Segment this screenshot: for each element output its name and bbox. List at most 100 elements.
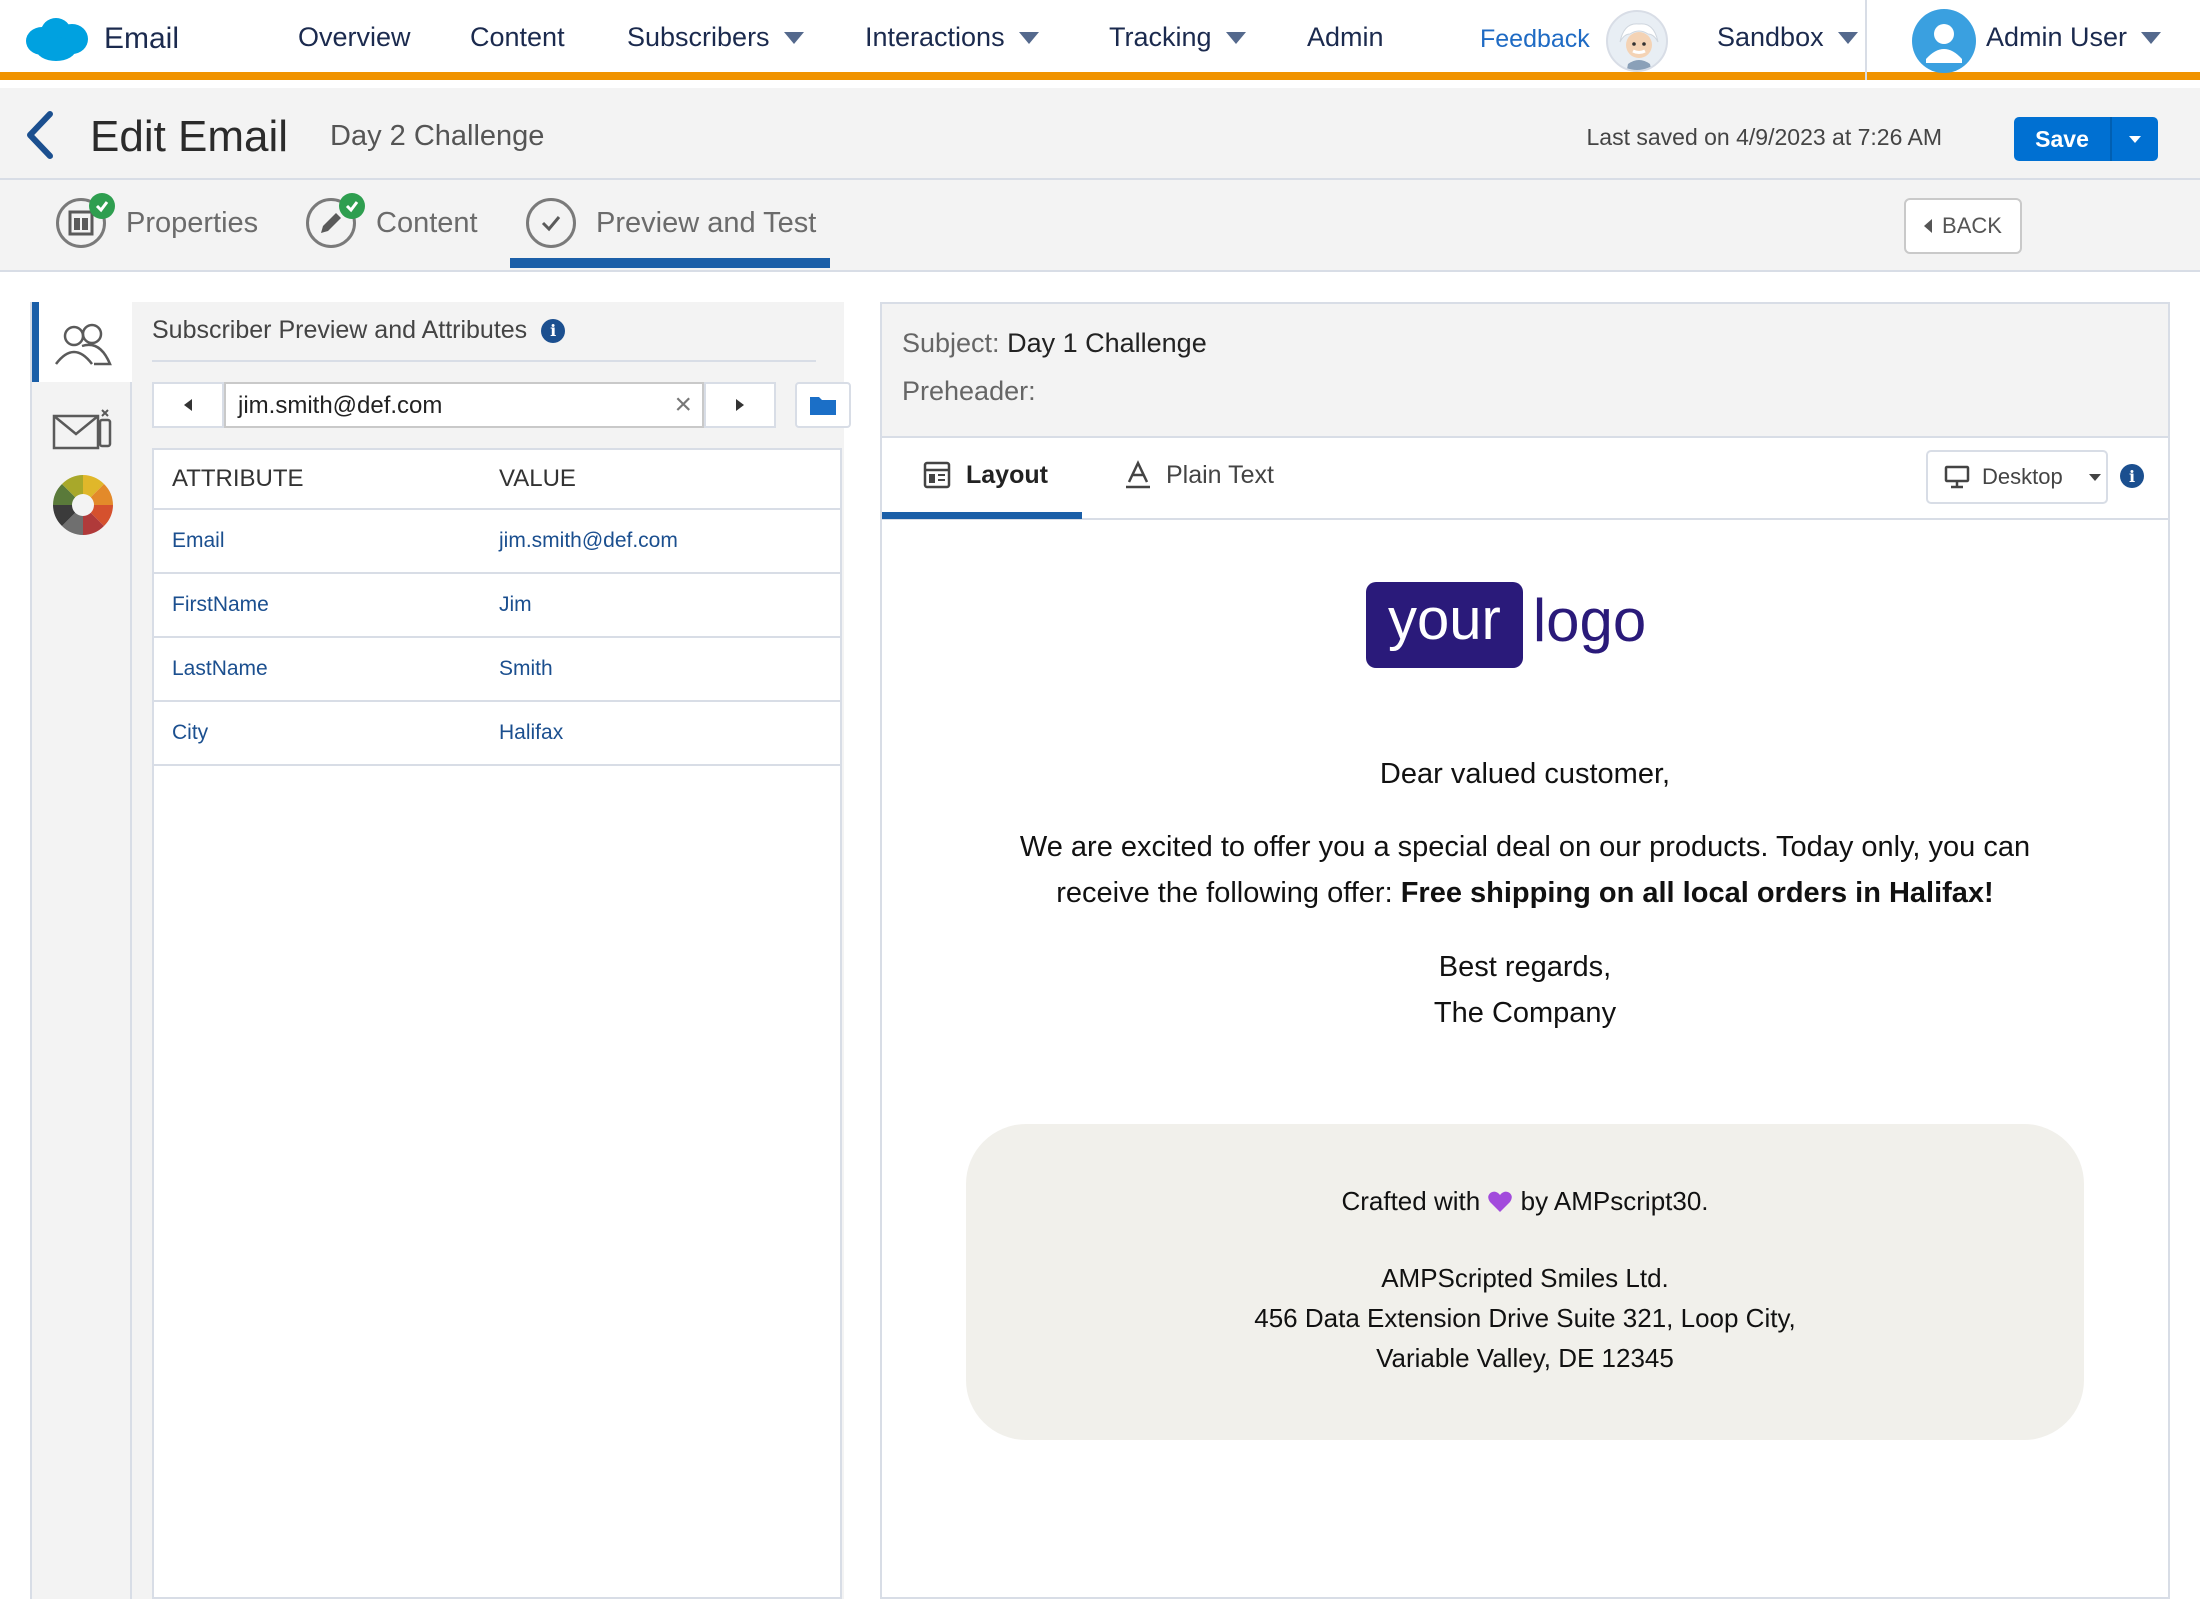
- caret-down-icon: [1225, 31, 1246, 44]
- company-logo: your logo: [1366, 580, 1646, 670]
- nav-tracking[interactable]: Tracking: [1109, 22, 1246, 53]
- layout-icon: [923, 461, 951, 489]
- caret-down-icon: [783, 31, 804, 44]
- tab-plain-text-label: Plain Text: [1166, 460, 1274, 489]
- tab-layout[interactable]: Layout: [922, 460, 1048, 490]
- logo-left-text: your: [1366, 582, 1523, 668]
- content-detective-wheel-icon[interactable]: [48, 470, 118, 540]
- step-preview-and-test[interactable]: Preview and Test: [526, 198, 816, 248]
- active-tab-indicator: [882, 512, 1082, 519]
- content-icon: [306, 193, 365, 248]
- folder-icon: [810, 397, 836, 415]
- info-icon[interactable]: i: [2120, 464, 2144, 488]
- caret-down-icon: [2088, 473, 2101, 481]
- email-greeting: Dear valued customer,: [1379, 758, 1671, 790]
- company-address: AMPScripted Smiles Ltd. 456 Data Extensi…: [966, 1258, 2084, 1378]
- tab-plain-text[interactable]: Plain Text: [1124, 460, 1274, 490]
- save-options-button[interactable]: [2110, 117, 2158, 161]
- subscriber-search-input[interactable]: jim.smith@def.com ×: [224, 382, 704, 428]
- regards-line: Best regards,: [1438, 951, 1612, 983]
- complete-check-icon: [339, 193, 365, 219]
- back-button[interactable]: BACK: [1904, 198, 2022, 254]
- attribute-value: Jim: [499, 593, 532, 616]
- step-navigation: Properties Content Preview and Test BACK: [0, 180, 2200, 272]
- step-properties[interactable]: Properties: [56, 193, 259, 248]
- caret-right-icon: [736, 399, 744, 411]
- caret-down-icon: [1837, 31, 1858, 44]
- nav-admin[interactable]: Admin: [1307, 22, 1384, 53]
- layout-grid-icon: [68, 210, 94, 236]
- nav-subscribers[interactable]: Subscribers: [627, 22, 804, 53]
- subscriber-preview-panel: Subscriber Preview and Attributes i jim.…: [132, 302, 851, 1599]
- table-row: City Halifax: [154, 702, 840, 766]
- nav-subscribers-label: Subscribers: [627, 22, 770, 52]
- nav-interactions-label: Interactions: [865, 22, 1005, 52]
- caret-left-icon: [1924, 219, 1933, 233]
- table-row: FirstName Jim: [154, 574, 840, 638]
- business-unit-label: Sandbox: [1717, 22, 1824, 52]
- step-properties-label: Properties: [126, 206, 259, 239]
- email-offer-paragraph: We are excited to offer you a special de…: [982, 824, 2068, 916]
- einstein-face-icon: [1619, 23, 1659, 70]
- crafted-with-line: Crafted with by AMPscript30.: [966, 1186, 2084, 1217]
- edit-email-header: Edit Email Day 2 Challenge Last saved on…: [0, 88, 2200, 180]
- table-row: LastName Smith: [154, 638, 840, 702]
- nav-overview-label: Overview: [298, 22, 411, 52]
- einstein-avatar-icon[interactable]: [1606, 10, 1668, 72]
- attribute-value: jim.smith@def.com: [499, 529, 678, 552]
- subscribers-icon[interactable]: [48, 310, 118, 380]
- page-title: Edit Email: [90, 112, 289, 161]
- step-preview-label: Preview and Test: [596, 206, 817, 239]
- business-unit-switcher[interactable]: Sandbox: [1717, 22, 1858, 53]
- attribute-name: LastName: [172, 657, 268, 680]
- last-saved-status: Last saved on 4/9/2023 at 7:26 AM: [1586, 124, 1942, 150]
- preheader-label: Preheader:: [902, 376, 1036, 406]
- active-step-indicator: [510, 258, 830, 268]
- device-select[interactable]: Desktop: [1926, 450, 2108, 504]
- save-button-group: Save: [2014, 117, 2158, 161]
- subscriber-input-value: jim.smith@def.com: [238, 392, 443, 419]
- salesforce-cloud-icon: [26, 18, 88, 61]
- caret-down-icon: [1018, 31, 1039, 44]
- column-header-value: VALUE: [499, 465, 576, 492]
- previous-subscriber-button[interactable]: [152, 382, 224, 428]
- caret-down-icon: [2141, 31, 2162, 44]
- browse-subscribers-button[interactable]: [795, 382, 851, 428]
- back-chevron-icon[interactable]: [20, 110, 60, 160]
- nav-tracking-label: Tracking: [1109, 22, 1212, 52]
- feedback-link[interactable]: Feedback: [1480, 25, 1590, 54]
- caret-left-icon: [184, 399, 192, 411]
- offer-highlight: Free shipping on all local orders in Hal…: [1400, 877, 1994, 909]
- user-avatar-icon[interactable]: [1912, 9, 1976, 73]
- nav-divider: [1865, 0, 1867, 80]
- step-content[interactable]: Content: [306, 193, 478, 248]
- crafted-after: by AMPscript30.: [1520, 1186, 1709, 1216]
- app-brand[interactable]: Email: [22, 14, 179, 64]
- app-name: Email: [104, 22, 180, 55]
- test-send-icon[interactable]: [48, 396, 118, 466]
- save-button[interactable]: Save: [2014, 117, 2110, 161]
- signature-line: The Company: [1433, 997, 1617, 1029]
- preview-check-icon: [526, 198, 576, 248]
- address-line-2: Variable Valley, DE 12345: [1376, 1343, 1674, 1373]
- user-silhouette-icon: [1926, 24, 1962, 63]
- text-format-icon: [1126, 460, 1150, 489]
- clear-icon[interactable]: ×: [674, 390, 692, 420]
- nav-overview[interactable]: Overview: [298, 22, 411, 53]
- email-signoff: Best regards, The Company: [882, 944, 2168, 1036]
- step-content-label: Content: [376, 206, 478, 239]
- properties-icon: [56, 193, 115, 248]
- divider: [152, 360, 816, 362]
- user-menu[interactable]: Admin User: [1986, 22, 2162, 53]
- email-preview-pane: Subject: Day 1 Challenge Preheader: Layo…: [880, 302, 2170, 1599]
- next-subscriber-button[interactable]: [704, 382, 776, 428]
- nav-content[interactable]: Content: [470, 22, 565, 53]
- feedback-label: Feedback: [1480, 25, 1590, 53]
- address-line-1: 456 Data Extension Drive Suite 321, Loop…: [1254, 1303, 1796, 1333]
- attribute-name: Email: [172, 529, 225, 552]
- subscriber-panel-title: Subscriber Preview and Attributes i: [152, 316, 566, 345]
- nav-interactions[interactable]: Interactions: [865, 22, 1039, 53]
- nav-admin-label: Admin: [1307, 22, 1384, 52]
- table-row: Email jim.smith@def.com: [154, 510, 840, 574]
- info-icon[interactable]: i: [541, 318, 566, 343]
